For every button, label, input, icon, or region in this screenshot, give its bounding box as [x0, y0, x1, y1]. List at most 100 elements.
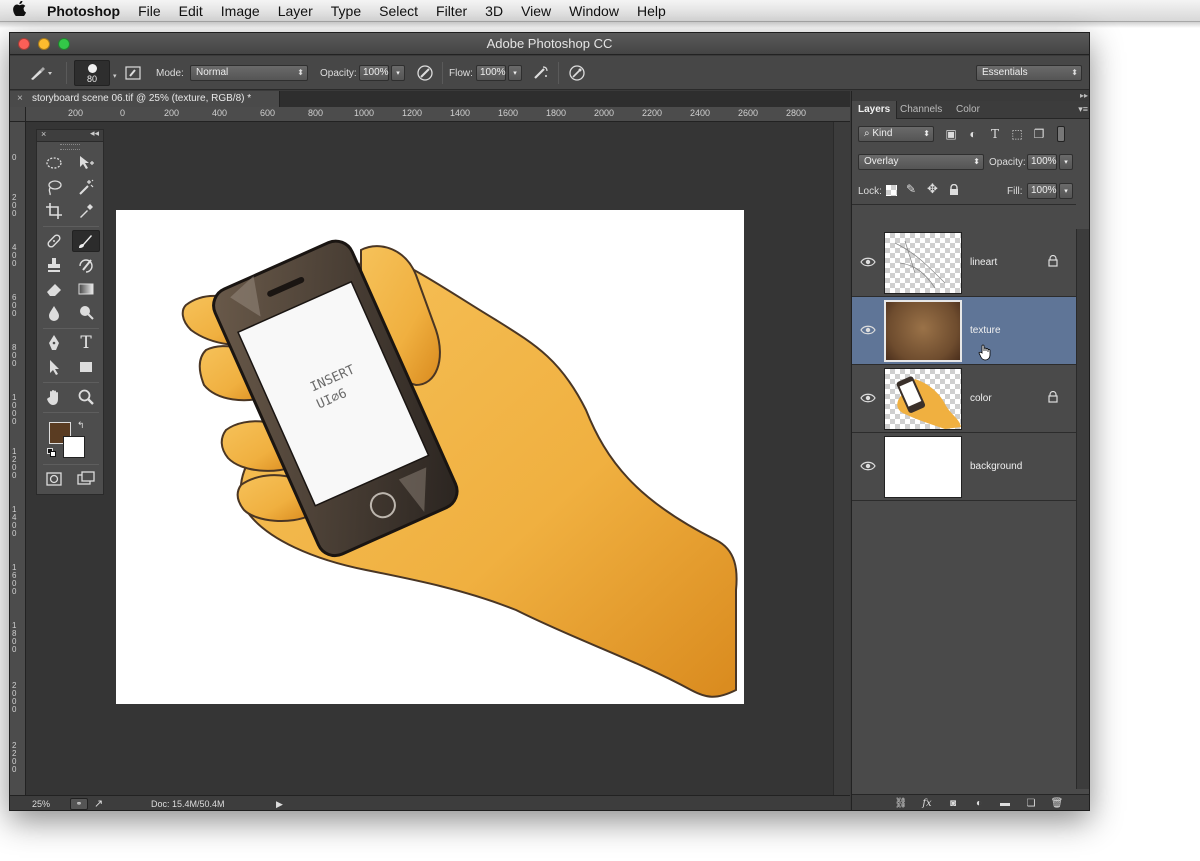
- opacity-input[interactable]: 100%: [359, 65, 389, 81]
- lock-transparency-icon[interactable]: [886, 185, 897, 196]
- lock-all-icon[interactable]: [949, 183, 959, 201]
- brush-tool[interactable]: [72, 230, 100, 252]
- path-selection-tool[interactable]: [40, 356, 68, 378]
- layer-opacity-arrow[interactable]: ▾: [1059, 154, 1073, 170]
- document-canvas[interactable]: INSERT UI∅6: [116, 210, 744, 704]
- menu-type[interactable]: Type: [322, 0, 370, 22]
- add-mask-icon[interactable]: ◙: [944, 797, 962, 810]
- tools-panel-header[interactable]: × ◂◂: [37, 128, 103, 142]
- adjustment-layer-icon[interactable]: ◐: [970, 797, 988, 810]
- menu-image[interactable]: Image: [212, 0, 269, 22]
- collapse-panel-icon[interactable]: ◂◂: [90, 128, 99, 139]
- crop-tool[interactable]: [40, 200, 68, 222]
- window-zoom-button[interactable]: [58, 38, 70, 50]
- rectangle-tool[interactable]: [72, 356, 100, 378]
- pressure-size-button[interactable]: [566, 63, 588, 83]
- magic-wand-tool[interactable]: [72, 176, 100, 198]
- screen-mode-button[interactable]: [72, 468, 100, 490]
- clone-stamp-tool[interactable]: [40, 254, 68, 276]
- close-tab-icon[interactable]: ×: [17, 91, 23, 107]
- menu-edit[interactable]: Edit: [170, 0, 212, 22]
- menu-app[interactable]: Photoshop: [38, 0, 129, 22]
- pressure-opacity-button[interactable]: [414, 63, 436, 83]
- tab-channels[interactable]: Channels: [894, 101, 948, 119]
- layer-row-lineart[interactable]: lineart: [852, 229, 1076, 297]
- tab-layers[interactable]: Layers: [852, 101, 898, 119]
- fill-arrow[interactable]: ▾: [1059, 183, 1073, 199]
- lock-position-icon[interactable]: ✥: [927, 181, 938, 197]
- blend-mode-select[interactable]: Overlay ⬍: [858, 154, 984, 170]
- layer-row-color[interactable]: color: [852, 365, 1076, 433]
- visibility-eye-icon[interactable]: [860, 324, 876, 336]
- marquee-tool[interactable]: [40, 152, 68, 174]
- eraser-tool[interactable]: [40, 278, 68, 300]
- collapse-dock-icon[interactable]: ▸▸: [852, 91, 1089, 101]
- lasso-tool[interactable]: [40, 176, 68, 198]
- canvas-vertical-scrollbar[interactable]: [833, 122, 850, 799]
- eyedropper-tool[interactable]: [72, 200, 100, 222]
- type-filter-icon[interactable]: T: [987, 126, 1003, 142]
- ruler-horizontal[interactable]: 200 0 200 400 600 800 1000 1200 1400 160…: [26, 107, 850, 122]
- zoom-level[interactable]: 25%: [32, 799, 50, 809]
- shape-filter-icon[interactable]: ⬚: [1009, 126, 1025, 142]
- gradient-tool[interactable]: [72, 278, 100, 300]
- hand-tool[interactable]: [40, 386, 68, 408]
- history-brush-tool[interactable]: [72, 254, 100, 276]
- menu-file[interactable]: File: [129, 0, 170, 22]
- new-group-folder-icon[interactable]: ▬: [996, 797, 1014, 810]
- airbrush-button[interactable]: [530, 63, 552, 83]
- menu-help[interactable]: Help: [628, 0, 675, 22]
- menu-layer[interactable]: Layer: [269, 0, 322, 22]
- tab-color[interactable]: Color: [950, 101, 986, 119]
- fill-input[interactable]: 100%: [1027, 183, 1057, 199]
- menu-window[interactable]: Window: [560, 0, 628, 22]
- brush-preset-arrow-icon[interactable]: ▾: [113, 72, 117, 80]
- swap-colors-icon[interactable]: ↰: [77, 420, 85, 431]
- status-menu-arrow-icon[interactable]: ▶: [276, 799, 283, 810]
- layer-row-texture[interactable]: texture: [852, 297, 1076, 365]
- link-layers-icon[interactable]: ⛓: [892, 797, 910, 810]
- adjustment-filter-icon[interactable]: ◐: [965, 126, 981, 142]
- menu-3d[interactable]: 3D: [476, 0, 512, 22]
- visibility-eye-icon[interactable]: [860, 392, 876, 404]
- layer-opacity-input[interactable]: 100%: [1027, 154, 1057, 170]
- menu-filter[interactable]: Filter: [427, 0, 476, 22]
- panel-grip[interactable]: [60, 144, 80, 150]
- new-layer-icon[interactable]: ❏: [1022, 797, 1040, 810]
- close-panel-icon[interactable]: ×: [41, 129, 46, 139]
- workspace-select[interactable]: Essentials ⬍: [976, 65, 1082, 81]
- smart-object-filter-icon[interactable]: ❐: [1031, 126, 1047, 142]
- brush-preset-button[interactable]: 80: [74, 60, 110, 86]
- default-colors-icon[interactable]: [47, 448, 56, 457]
- brush-panel-toggle[interactable]: [122, 63, 144, 83]
- tool-preset-picker[interactable]: [24, 63, 58, 83]
- pen-tool[interactable]: [40, 332, 68, 354]
- ruler-vertical[interactable]: 0 200 400 600 800 1000 1200 1400 1600 18…: [10, 122, 26, 799]
- filter-kind-select[interactable]: ⌕ Kind ⬍: [858, 126, 934, 142]
- dodge-tool[interactable]: [72, 302, 100, 324]
- opacity-dropdown-arrow[interactable]: ▾: [391, 65, 405, 81]
- quick-mask-button[interactable]: [40, 468, 68, 490]
- ruler-origin[interactable]: [10, 107, 26, 122]
- visibility-eye-icon[interactable]: [860, 460, 876, 472]
- layers-scrollbar[interactable]: [1076, 229, 1089, 789]
- mode-select[interactable]: Normal ⬍: [190, 65, 308, 81]
- window-close-button[interactable]: [18, 38, 30, 50]
- pixel-filter-icon[interactable]: ▣: [943, 126, 959, 142]
- background-color-swatch[interactable]: [63, 436, 85, 458]
- zoom-tool[interactable]: [72, 386, 100, 408]
- visibility-eye-icon[interactable]: [860, 256, 876, 268]
- panel-menu-icon[interactable]: ▾≡: [1078, 104, 1088, 115]
- move-tool[interactable]: [72, 152, 100, 174]
- document-tab[interactable]: × storyboard scene 06.tif @ 25% (texture…: [10, 91, 280, 107]
- blur-tool[interactable]: [40, 302, 68, 324]
- menu-select[interactable]: Select: [370, 0, 427, 22]
- filter-toggle-switch[interactable]: [1057, 126, 1065, 142]
- trash-icon[interactable]: 🗑: [1048, 797, 1066, 810]
- healing-brush-tool[interactable]: [40, 230, 68, 252]
- share-icon[interactable]: ↗: [94, 797, 103, 810]
- flow-dropdown-arrow[interactable]: ▾: [508, 65, 522, 81]
- fx-icon[interactable]: fx: [918, 797, 936, 810]
- menu-view[interactable]: View: [512, 0, 560, 22]
- lock-pixels-brush-icon[interactable]: ✎: [906, 182, 916, 196]
